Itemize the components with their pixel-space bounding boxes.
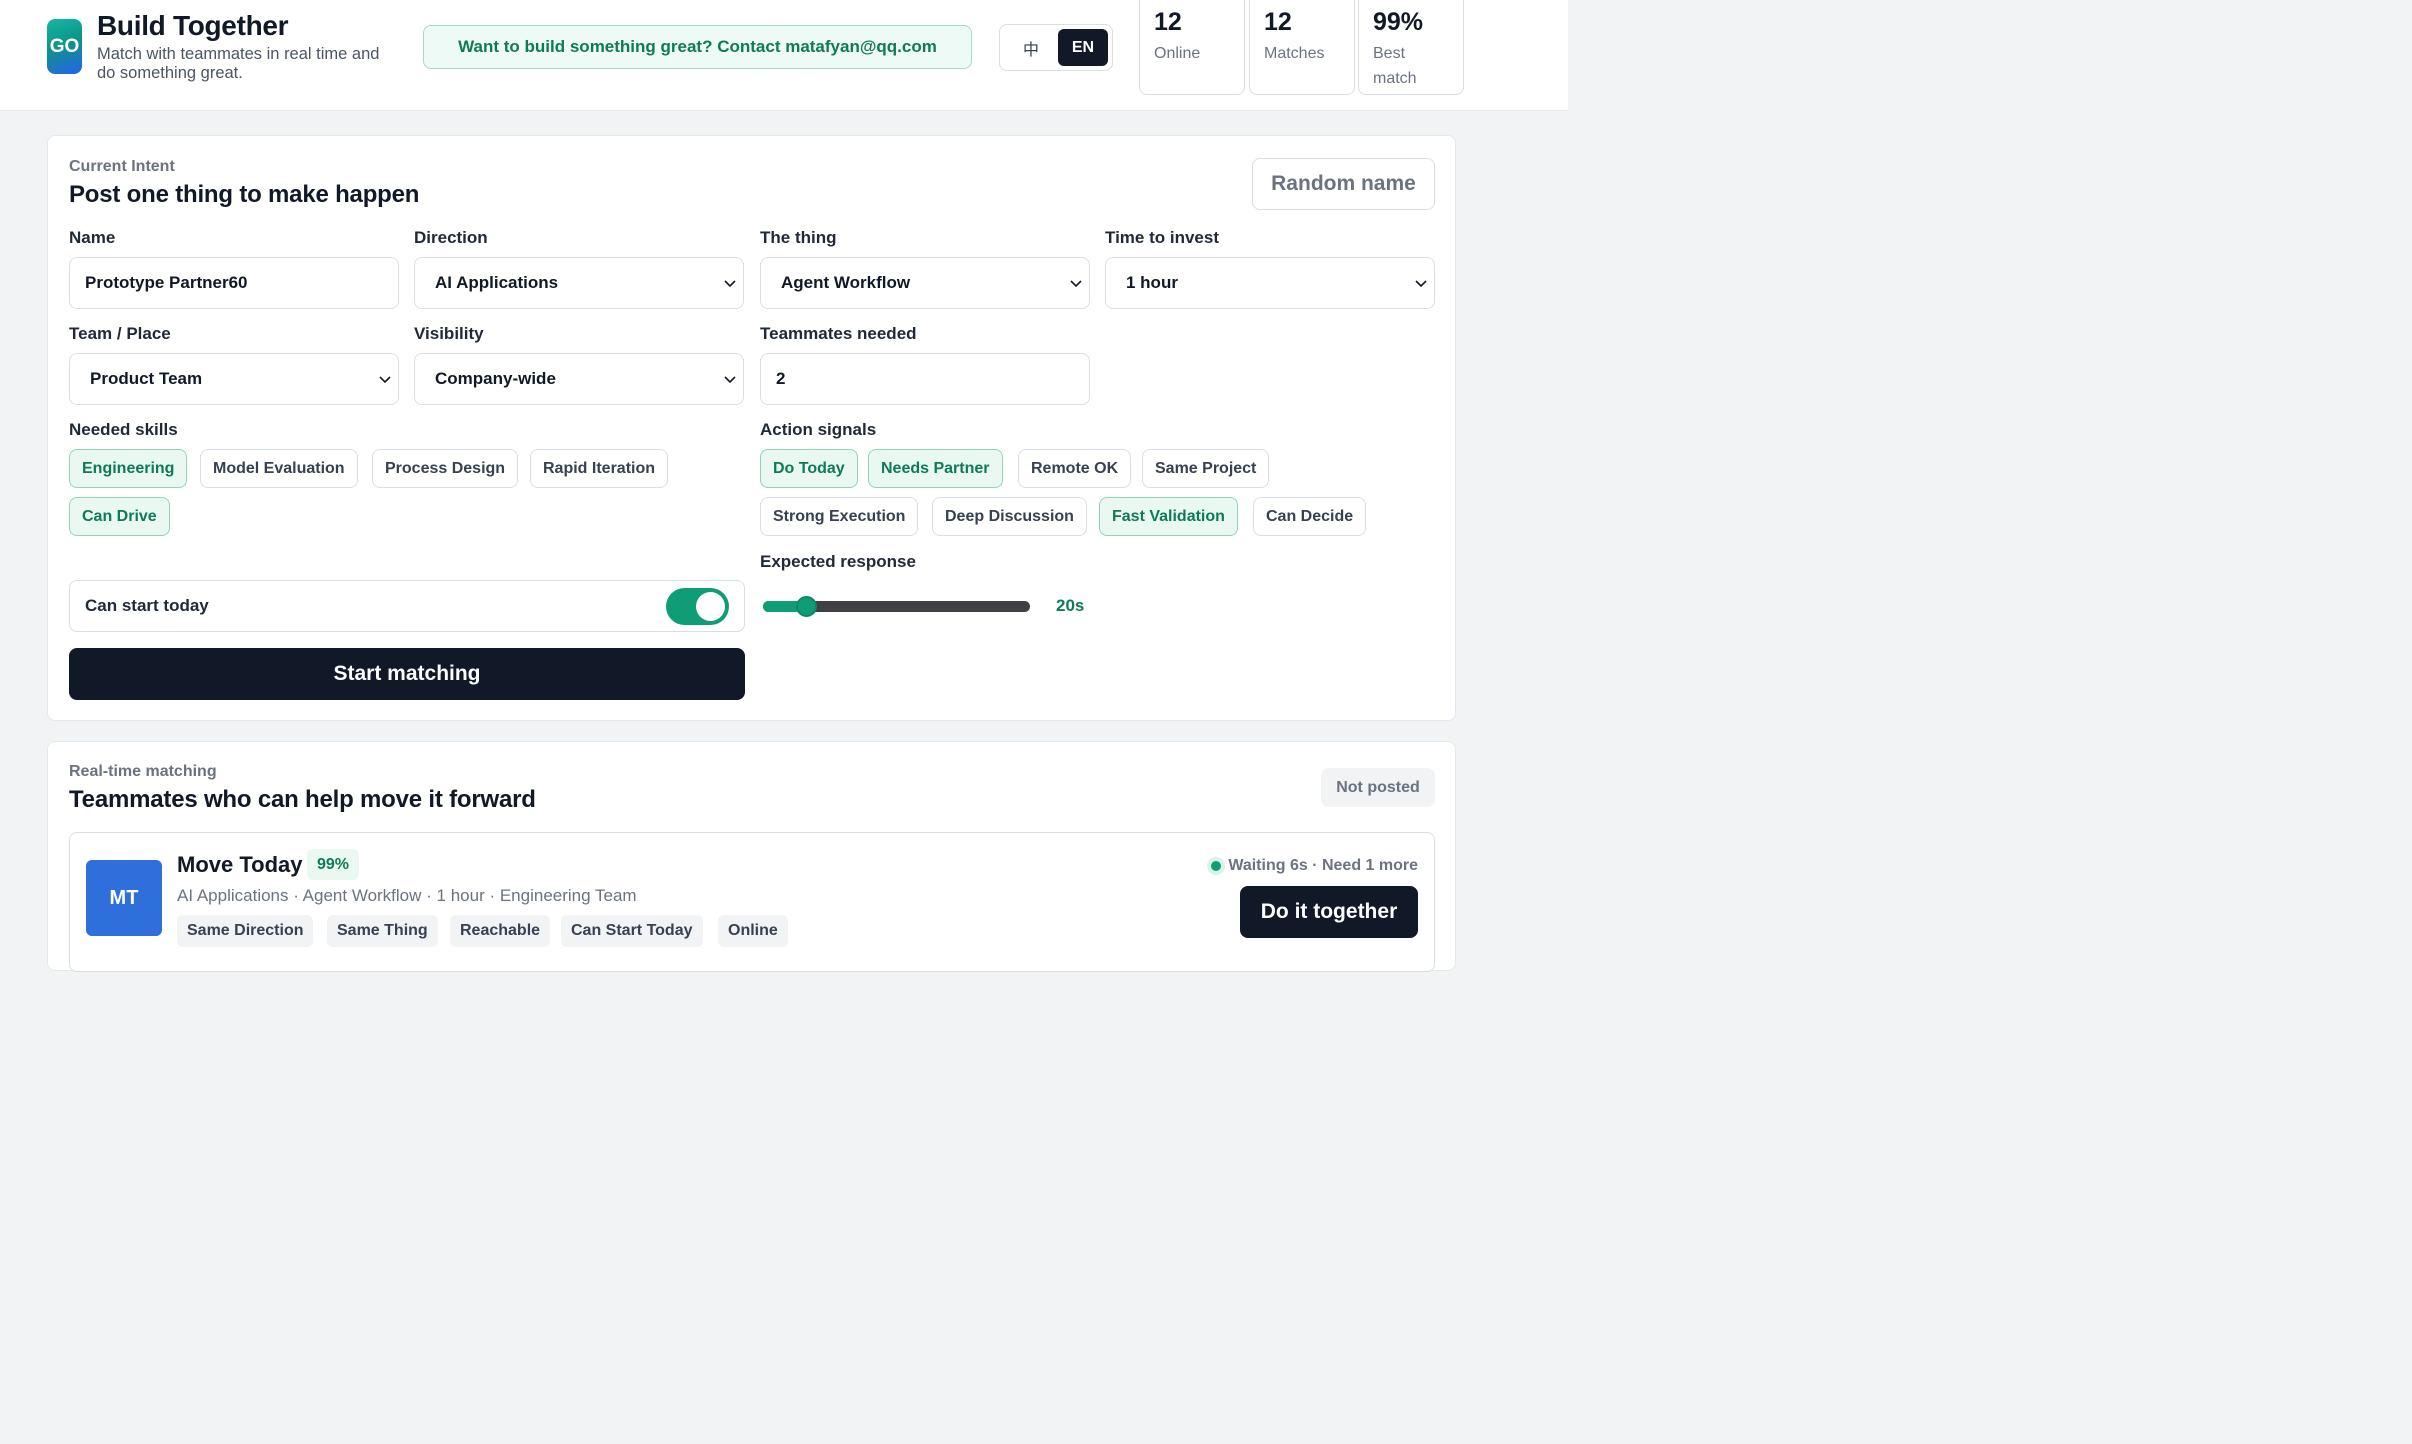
lang-zh-button[interactable]: 中 xyxy=(1006,29,1056,66)
signal-chip-same-project[interactable]: Same Project xyxy=(1142,449,1270,488)
skill-chip-can-drive[interactable]: Can Drive xyxy=(69,497,170,536)
skill-chip-process-design[interactable]: Process Design xyxy=(372,449,519,488)
match-tag: Reachable xyxy=(450,915,551,947)
direction-select[interactable]: AI Applications xyxy=(414,257,744,309)
can-start-today-toggle[interactable] xyxy=(666,588,729,625)
visibility-select[interactable]: Company-wide xyxy=(414,353,744,405)
signals-label: Action signals xyxy=(760,420,877,439)
intent-eyebrow: Current Intent xyxy=(69,158,175,175)
skills-label: Needed skills xyxy=(69,420,178,439)
signal-chip-strong-execution[interactable]: Strong Execution xyxy=(760,497,919,536)
match-score-badge: 99% xyxy=(307,849,360,880)
match-name: Move Today xyxy=(177,852,303,877)
matching-title: Teammates who can help move it forward xyxy=(69,786,536,813)
chevron-down-icon xyxy=(724,280,736,288)
stat-best-match: 99% Best match xyxy=(1358,0,1464,95)
random-name-button[interactable]: Random name xyxy=(1252,158,1435,210)
stat-value: 12 xyxy=(1154,8,1182,36)
slider-thumb[interactable] xyxy=(795,596,817,617)
stat-label: Best match xyxy=(1373,45,1417,87)
teammates-input[interactable]: 2 xyxy=(760,353,1090,405)
online-dot-icon xyxy=(1211,861,1222,871)
can-start-today-row: Can start today xyxy=(69,580,745,632)
thing-value: Agent Workflow xyxy=(781,273,911,292)
intent-card: Current Intent Post one thing to make ha… xyxy=(47,135,1456,721)
chevron-down-icon xyxy=(1415,280,1427,288)
match-tag: Online xyxy=(718,915,788,947)
match-tag: Can Start Today xyxy=(561,915,703,947)
direction-label: Direction xyxy=(414,228,488,247)
time-label: Time to invest xyxy=(1105,228,1219,247)
skill-chip-rapid-iteration[interactable]: Rapid Iteration xyxy=(530,449,669,488)
app-subtitle: Match with teammates in real time and do… xyxy=(97,45,380,82)
lang-en-button[interactable]: EN xyxy=(1058,29,1108,66)
avatar: MT xyxy=(86,860,162,936)
teammates-label: Teammates needed xyxy=(760,324,917,343)
toggle-knob xyxy=(696,592,725,621)
chevron-down-icon xyxy=(379,376,391,384)
can-start-today-label: Can start today xyxy=(85,596,209,615)
name-label: Name xyxy=(69,228,116,247)
language-switcher: 中 EN xyxy=(999,24,1113,71)
signal-chip-remote-ok[interactable]: Remote OK xyxy=(1018,449,1132,488)
team-value: Product Team xyxy=(90,369,203,388)
match-item: MT Move Today 99% AI Applications · Agen… xyxy=(69,832,1435,972)
intent-title: Post one thing to make happen xyxy=(69,181,420,208)
visibility-value: Company-wide xyxy=(435,369,556,388)
contact-banner[interactable]: Want to build something great? Contact m… xyxy=(423,25,972,69)
app-header: GO Build Together Match with teammates i… xyxy=(0,0,1568,111)
do-it-together-button[interactable]: Do it together xyxy=(1240,886,1418,938)
match-meta: AI Applications · Agent Workflow · 1 hou… xyxy=(177,886,637,905)
matching-eyebrow: Real-time matching xyxy=(69,763,217,780)
chevron-down-icon xyxy=(1070,280,1082,288)
waiting-status: Waiting 6s · Need 1 more xyxy=(1211,857,1418,875)
response-label: Expected response xyxy=(760,552,916,571)
thing-label: The thing xyxy=(760,228,837,247)
waiting-text: Waiting 6s · Need 1 more xyxy=(1228,857,1418,874)
signal-chip-deep-discussion[interactable]: Deep Discussion xyxy=(932,497,1087,536)
name-input[interactable]: Prototype Partner60 xyxy=(69,257,399,309)
match-tag: Same Direction xyxy=(177,915,314,947)
skill-chip-engineering[interactable]: Engineering xyxy=(69,449,188,488)
status-badge: Not posted xyxy=(1321,768,1435,807)
response-value: 20s xyxy=(1056,596,1085,615)
app-logo: GO xyxy=(47,19,82,74)
team-label: Team / Place xyxy=(69,324,171,343)
time-value: 1 hour xyxy=(1126,273,1178,292)
stat-label: Online xyxy=(1154,45,1201,62)
visibility-label: Visibility xyxy=(414,324,484,343)
thing-select[interactable]: Agent Workflow xyxy=(760,257,1090,309)
signal-chip-fast-validation[interactable]: Fast Validation xyxy=(1099,497,1238,536)
stat-matches: 12 Matches xyxy=(1249,0,1355,95)
match-tag: Same Thing xyxy=(327,915,438,947)
signal-chip-needs-partner[interactable]: Needs Partner xyxy=(868,449,1003,488)
direction-value: AI Applications xyxy=(435,273,559,292)
stat-label: Matches xyxy=(1264,45,1325,62)
stat-value: 99% xyxy=(1373,8,1424,36)
signal-chip-can-decide[interactable]: Can Decide xyxy=(1253,497,1367,536)
stat-value: 12 xyxy=(1264,8,1292,36)
app-title: Build Together xyxy=(97,10,289,41)
time-select[interactable]: 1 hour xyxy=(1105,257,1435,309)
matching-card: Real-time matching Teammates who can hel… xyxy=(47,741,1456,972)
team-select[interactable]: Product Team xyxy=(69,353,399,405)
signal-chip-do-today[interactable]: Do Today xyxy=(760,449,858,488)
skill-chip-model-evaluation[interactable]: Model Evaluation xyxy=(200,449,358,488)
response-slider[interactable] xyxy=(763,596,1030,617)
stat-online: 12 Online xyxy=(1139,0,1245,95)
chevron-down-icon xyxy=(724,376,736,384)
start-matching-button[interactable]: Start matching xyxy=(69,648,745,700)
